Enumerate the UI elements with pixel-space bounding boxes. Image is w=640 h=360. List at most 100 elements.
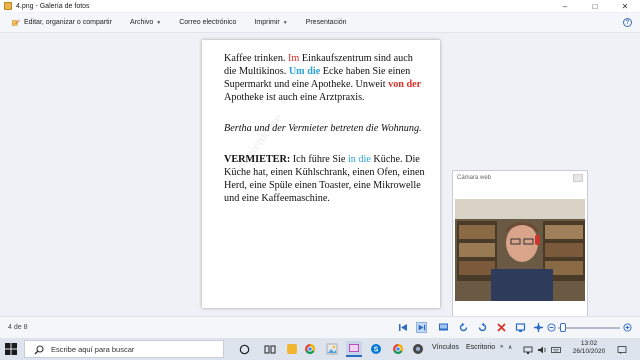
webcam-header: Cámara web bbox=[453, 171, 587, 185]
command-bar: Editar, organizar o compartir Archivo ▼ … bbox=[0, 13, 640, 33]
window-controls: – □ ✕ bbox=[550, 0, 640, 12]
delete-icon bbox=[497, 323, 506, 332]
clock-time: 13:02 bbox=[580, 340, 598, 347]
taskbar-app-camera[interactable] bbox=[410, 341, 426, 357]
toolbar-desktop[interactable]: Escritorio bbox=[466, 344, 495, 351]
text-run: Kaffee trinken. bbox=[224, 53, 289, 64]
window-title: 4.png - Galería de fotos bbox=[16, 2, 90, 10]
chevron-down-icon: ▼ bbox=[282, 19, 288, 26]
menu-presentacion-label: Presentación bbox=[305, 19, 347, 26]
next-button[interactable] bbox=[416, 322, 427, 333]
plus-icon bbox=[623, 323, 632, 332]
zoom-slider-track[interactable] bbox=[558, 327, 620, 329]
slideshow-icon bbox=[439, 323, 448, 331]
menu-presentacion[interactable]: Presentación bbox=[306, 19, 347, 26]
taskbar-app-chrome-2[interactable] bbox=[390, 341, 406, 357]
taskbar-app-photos[interactable] bbox=[324, 341, 340, 357]
taskbar-app-skype[interactable]: S bbox=[368, 341, 384, 357]
fit-window-button[interactable] bbox=[515, 322, 526, 333]
webcam-title: Cámara web bbox=[457, 175, 492, 181]
previous-icon bbox=[399, 324, 407, 331]
network-icon bbox=[523, 346, 533, 354]
zoom-slider-handle[interactable] bbox=[560, 323, 566, 332]
fit-window-icon bbox=[515, 323, 526, 332]
zoom-out-button[interactable] bbox=[546, 322, 557, 333]
edit-organize-icon bbox=[12, 19, 20, 26]
svg-text:S: S bbox=[374, 347, 379, 354]
cortana-button[interactable] bbox=[236, 341, 252, 357]
volume-icon bbox=[538, 346, 546, 354]
start-button[interactable] bbox=[0, 338, 22, 360]
rotate-right-icon bbox=[478, 322, 487, 332]
speaker-label: VERMIETER: bbox=[224, 154, 291, 165]
page-counter: 4 de 8 bbox=[8, 324, 28, 331]
system-clock[interactable]: 13:02 26/10/2020 bbox=[570, 340, 608, 356]
minimize-button[interactable]: – bbox=[550, 0, 580, 12]
maximize-button[interactable]: □ bbox=[580, 0, 610, 12]
chrome-icon bbox=[305, 344, 315, 354]
keyboard-icon bbox=[551, 347, 561, 353]
highlight-red: von der bbox=[388, 79, 422, 90]
windows-logo-icon bbox=[5, 343, 17, 355]
help-icon[interactable]: ? bbox=[623, 18, 632, 27]
slideshow-button[interactable] bbox=[438, 322, 449, 333]
circle-icon bbox=[239, 344, 249, 354]
task-view-button[interactable] bbox=[262, 341, 278, 357]
paragraph-1: Kaffee trinken. Im Einkaufszentrum sind … bbox=[224, 52, 426, 104]
previous-button[interactable] bbox=[398, 322, 409, 333]
title-bar: 4.png - Galería de fotos – □ ✕ bbox=[0, 0, 640, 12]
menu-correo-electronico[interactable]: Correo electrónico bbox=[179, 19, 236, 26]
close-button[interactable]: ✕ bbox=[610, 0, 640, 12]
document-image: a . alogiemdme Kaffee trinken. Im Einkau… bbox=[202, 40, 440, 308]
search-icon bbox=[34, 345, 44, 355]
webcam-scene bbox=[455, 199, 585, 301]
chevron-up-icon[interactable]: ∧ bbox=[508, 344, 512, 351]
paragraph-3: VERMIETER: Ich führe Sie in die Küche. D… bbox=[224, 153, 426, 205]
menu-imprimir[interactable]: Imprimir ▼ bbox=[254, 19, 287, 26]
toolbar-expand-icon[interactable]: » bbox=[500, 344, 503, 350]
taskbar-search[interactable]: Escribe aquí para buscar bbox=[24, 340, 224, 358]
webcam-close-button[interactable] bbox=[573, 174, 583, 182]
rotate-left-icon bbox=[459, 322, 468, 332]
zoom-button[interactable] bbox=[533, 322, 544, 333]
text-run: Ich führe Sie bbox=[290, 154, 348, 165]
highlight-blue: Um die bbox=[288, 66, 321, 77]
minus-icon bbox=[547, 323, 556, 332]
taskbar-app-gallery[interactable] bbox=[346, 341, 362, 357]
notification-icon bbox=[617, 346, 627, 354]
highlight-red: Im bbox=[288, 53, 300, 64]
taskbar-app-chrome[interactable] bbox=[302, 341, 318, 357]
toolbar-links[interactable]: Vínculos bbox=[432, 344, 459, 351]
menu-archivo-label: Archivo bbox=[129, 19, 154, 26]
menu-imprimir-label: Imprimir bbox=[254, 19, 280, 26]
notifications-button[interactable] bbox=[614, 342, 630, 358]
zoom-icon bbox=[534, 323, 543, 332]
photo-gallery-app-icon bbox=[4, 2, 12, 10]
viewer-toolbar: 4 de 8 bbox=[0, 316, 640, 338]
webcam-video bbox=[455, 199, 585, 301]
taskbar: Escribe aquí para buscar S Vínculos Escr… bbox=[0, 338, 640, 360]
app-icon bbox=[287, 344, 297, 354]
highlight-blue: in die bbox=[347, 154, 371, 165]
zoom-in-button[interactable] bbox=[622, 322, 633, 333]
menu-edit-organize-share-label: Editar, organizar o compartir bbox=[24, 19, 112, 26]
task-view-icon bbox=[264, 345, 276, 353]
menu-edit-organize-share[interactable]: Editar, organizar o compartir bbox=[12, 19, 112, 27]
skype-icon: S bbox=[371, 344, 381, 354]
clock-date: 26/10/2020 bbox=[572, 348, 606, 355]
menu-correo-label: Correo electrónico bbox=[179, 19, 237, 26]
camera-icon bbox=[413, 344, 423, 354]
next-icon bbox=[418, 324, 426, 331]
chrome-icon bbox=[393, 344, 403, 354]
taskbar-app-yellow[interactable] bbox=[284, 341, 300, 357]
rotate-left-button[interactable] bbox=[458, 322, 469, 333]
chevron-down-icon: ▼ bbox=[156, 19, 162, 26]
text-run: Apotheke ist auch eine Arztpraxis. bbox=[224, 92, 365, 103]
menu-archivo[interactable]: Archivo ▼ bbox=[130, 19, 161, 26]
photo-viewer: a . alogiemdme Kaffee trinken. Im Einkau… bbox=[0, 34, 640, 350]
rotate-right-button[interactable] bbox=[477, 322, 488, 333]
photos-app-icon bbox=[326, 343, 338, 355]
keyboard-button[interactable] bbox=[548, 342, 564, 358]
delete-button[interactable] bbox=[496, 322, 507, 333]
search-placeholder: Escribe aquí para buscar bbox=[51, 344, 135, 354]
